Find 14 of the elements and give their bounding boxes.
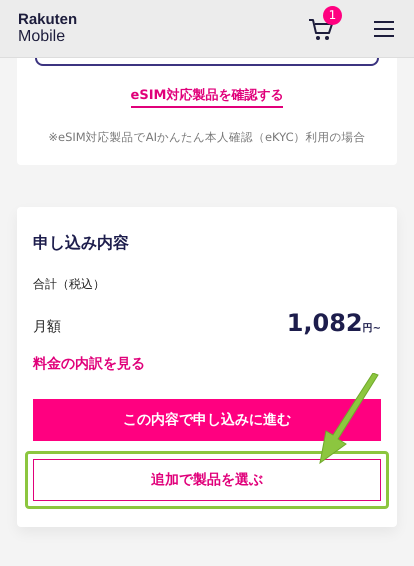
- logo[interactable]: Rakuten Mobile: [18, 12, 78, 45]
- apply-button[interactable]: この内容で申し込みに進む: [33, 399, 381, 441]
- cart-count-badge: 1: [323, 6, 342, 24]
- breakdown-link[interactable]: 料金の内訳を見る: [33, 355, 381, 373]
- price-amount: 1,082: [286, 309, 363, 337]
- total-label: 合計（税込）: [33, 276, 106, 293]
- monthly-label: 月額: [33, 318, 61, 336]
- esim-note: ※eSIM対応製品でAIかんたん本人確認（eKYC）利用の場合: [48, 130, 366, 145]
- esim-products-link[interactable]: eSIM対応製品を確認する: [130, 86, 284, 108]
- outline-button-edge[interactable]: [35, 58, 379, 66]
- summary-title: 申し込み内容: [33, 233, 130, 254]
- select-products-button[interactable]: 追加で製品を選ぶ: [33, 459, 381, 501]
- menu-icon[interactable]: [374, 20, 394, 36]
- price-unit: 円~: [362, 323, 381, 334]
